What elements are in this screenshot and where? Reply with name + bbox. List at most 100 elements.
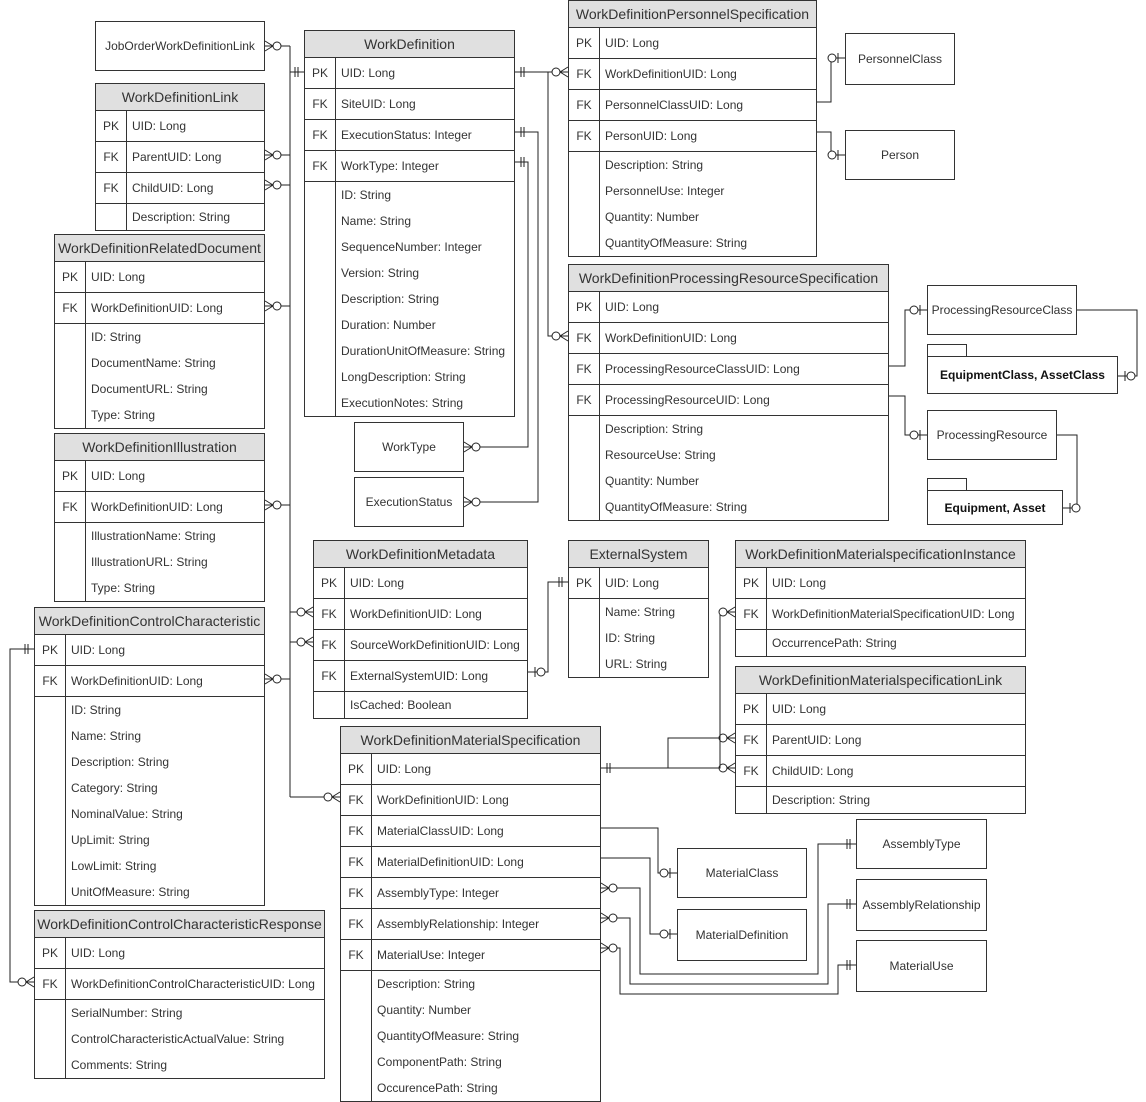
key-row[interactable]: FK ParentUID: Long xyxy=(96,142,264,173)
key-row[interactable]: FK ChildUID: Long xyxy=(736,756,1025,787)
package-eqclass[interactable]: EquipmentClass, AssetClass xyxy=(927,344,1118,394)
attribute-row[interactable]: Description: String xyxy=(372,971,519,997)
key-row[interactable]: PK UID: Long xyxy=(569,28,816,59)
attribute-row[interactable]: PersonnelUse: Integer xyxy=(600,178,747,204)
key-row[interactable]: FK WorkDefinitionUID: Long xyxy=(569,323,888,354)
key-row[interactable]: FK PersonUID: Long xyxy=(569,121,816,152)
attribute-row[interactable]: Description: String xyxy=(336,286,505,312)
attribute-row[interactable]: Version: String xyxy=(336,260,505,286)
key-row[interactable]: FK MaterialClassUID: Long xyxy=(341,816,600,847)
key-row[interactable]: FK AssemblyRelationship: Integer xyxy=(341,909,600,940)
attribute-row[interactable]: Quantity: Number xyxy=(600,204,747,230)
entity-box-person[interactable]: Person xyxy=(845,130,955,180)
attribute-row[interactable]: OccurencePath: String xyxy=(372,1075,519,1101)
attribute-row[interactable]: Description: String xyxy=(600,152,747,178)
entity-box-worktype[interactable]: WorkType xyxy=(354,422,464,472)
key-row[interactable]: PK UID: Long xyxy=(569,292,888,323)
attribute-row[interactable]: ID: String xyxy=(336,182,505,208)
key-row[interactable]: PK UID: Long xyxy=(736,568,1025,599)
attribute-row[interactable]: URL: String xyxy=(600,651,675,677)
attribute-row[interactable]: ControlCharacteristicActualValue: String xyxy=(66,1026,284,1052)
entity-box-mc[interactable]: MaterialClass xyxy=(677,848,807,898)
entity-box-pr[interactable]: ProcessingResource xyxy=(927,410,1057,460)
attribute-row[interactable]: Description: String xyxy=(127,204,230,230)
attribute-row[interactable]: UpLimit: String xyxy=(66,827,190,853)
entity-box-prc[interactable]: ProcessingResourceClass xyxy=(927,285,1077,335)
attribute-row[interactable]: Description: String xyxy=(600,416,747,442)
key-row[interactable]: FK WorkType: Integer xyxy=(305,151,514,182)
entity-wdmsi[interactable]: WorkDefinitionMaterialspecificationInsta… xyxy=(735,540,1026,657)
key-row[interactable]: FK SourceWorkDefinitionUID: Long xyxy=(314,630,527,661)
attribute-row[interactable]: Name: String xyxy=(66,723,190,749)
key-row[interactable]: FK WorkDefinitionMaterialSpecificationUID… xyxy=(736,599,1025,630)
key-row[interactable]: FK ChildUID: Long xyxy=(96,173,264,204)
key-row[interactable]: PK UID: Long xyxy=(55,262,264,293)
entity-box-at[interactable]: AssemblyType xyxy=(856,819,987,869)
key-row[interactable]: FK ProcessingResourceClassUID: Long xyxy=(569,354,888,385)
attribute-row[interactable]: ID: String xyxy=(86,324,216,350)
key-row[interactable]: PK UID: Long xyxy=(736,694,1025,725)
entity-wd[interactable]: WorkDefinition PK UID: Long FK SiteUID: Long… xyxy=(304,30,515,417)
attribute-row[interactable]: IllustrationURL: String xyxy=(86,549,216,575)
entity-wdccr[interactable]: WorkDefinitionControlCharacteristicRespo… xyxy=(34,910,325,1079)
attribute-row[interactable]: DocumentName: String xyxy=(86,350,216,376)
key-row[interactable]: FK WorkDefinitionUID: Long xyxy=(55,293,264,324)
key-row[interactable]: PK UID: Long xyxy=(55,461,264,492)
attribute-row[interactable]: Description: String xyxy=(767,787,870,813)
entity-box-jowdl[interactable]: JobOrderWorkDefinitionLink xyxy=(95,21,265,71)
entity-box-md[interactable]: MaterialDefinition xyxy=(677,909,807,961)
key-row[interactable]: FK AssemblyType: Integer xyxy=(341,878,600,909)
key-row[interactable]: PK UID: Long xyxy=(341,754,600,785)
key-row[interactable]: FK SiteUID: Long xyxy=(305,89,514,120)
entity-wdps[interactable]: WorkDefinitionPersonnelSpecification PK UI… xyxy=(568,0,817,257)
entity-es[interactable]: ExternalSystem PK UID: Long Name: String ID:… xyxy=(568,540,709,678)
attribute-row[interactable]: DocumentURL: String xyxy=(86,376,216,402)
key-row[interactable]: PK UID: Long xyxy=(35,635,264,666)
entity-box-mu[interactable]: MaterialUse xyxy=(856,940,987,992)
attribute-row[interactable]: Name: String xyxy=(600,599,675,625)
attribute-row[interactable]: Duration: Number xyxy=(336,312,505,338)
key-row[interactable]: FK WorkDefinitionUID: Long xyxy=(569,59,816,90)
attribute-row[interactable]: OccurrencePath: String xyxy=(767,630,897,656)
entity-box-ar[interactable]: AssemblyRelationship xyxy=(856,879,987,931)
attribute-row[interactable]: Type: String xyxy=(86,402,216,428)
key-row[interactable]: FK PersonnelClassUID: Long xyxy=(569,90,816,121)
attribute-row[interactable]: NominalValue: String xyxy=(66,801,190,827)
attribute-row[interactable]: Name: String xyxy=(336,208,505,234)
key-row[interactable]: FK ExecutionStatus: Integer xyxy=(305,120,514,151)
key-row[interactable]: PK UID: Long xyxy=(35,938,324,969)
entity-box-pc[interactable]: PersonnelClass xyxy=(845,33,955,85)
key-row[interactable]: FK WorkDefinitionUID: Long xyxy=(314,599,527,630)
attribute-row[interactable]: IsCached: Boolean xyxy=(345,692,451,718)
key-row[interactable]: FK MaterialUse: Integer xyxy=(341,940,600,971)
key-row[interactable]: FK ProcessingResourceUID: Long xyxy=(569,385,888,416)
attribute-row[interactable]: Quantity: Number xyxy=(600,468,747,494)
key-row[interactable]: FK ParentUID: Long xyxy=(736,725,1025,756)
key-row[interactable]: FK MaterialDefinitionUID: Long xyxy=(341,847,600,878)
key-row[interactable]: FK WorkDefinitionUID: Long xyxy=(35,666,264,697)
entity-wdm[interactable]: WorkDefinitionMetadata PK UID: Long FK WorkD… xyxy=(313,540,528,719)
attribute-row[interactable]: Description: String xyxy=(66,749,190,775)
attribute-row[interactable]: ID: String xyxy=(66,697,190,723)
attribute-row[interactable]: ComponentPath: String xyxy=(372,1049,519,1075)
key-row[interactable]: PK UID: Long xyxy=(305,58,514,89)
key-row[interactable]: PK UID: Long xyxy=(96,111,264,142)
attribute-row[interactable]: ExecutionNotes: String xyxy=(336,390,505,416)
entity-wdms[interactable]: WorkDefinitionMaterialSpecification PK UID… xyxy=(340,726,601,1102)
attribute-row[interactable]: DurationUnitOfMeasure: String xyxy=(336,338,505,364)
entity-wdcc[interactable]: WorkDefinitionControlCharacteristic PK UID… xyxy=(34,607,265,906)
key-row[interactable]: PK UID: Long xyxy=(569,568,708,599)
attribute-row[interactable]: Quantity: Number xyxy=(372,997,519,1023)
entity-wdprs[interactable]: WorkDefinitionProcessingResourceSpecific… xyxy=(568,264,889,521)
entity-box-execstatus[interactable]: ExecutionStatus xyxy=(354,477,464,527)
entity-wdi[interactable]: WorkDefinitionIllustration PK UID: Long FK W… xyxy=(54,433,265,602)
key-row[interactable]: FK WorkDefinitionUID: Long xyxy=(341,785,600,816)
attribute-row[interactable]: SequenceNumber: Integer xyxy=(336,234,505,260)
key-row[interactable]: PK UID: Long xyxy=(314,568,527,599)
attribute-row[interactable]: IllustrationName: String xyxy=(86,523,216,549)
key-row[interactable]: FK ExternalSystemUID: Long xyxy=(314,661,527,692)
attribute-row[interactable]: LongDescription: String xyxy=(336,364,505,390)
entity-wdrd[interactable]: WorkDefinitionRelatedDocument PK UID: Long… xyxy=(54,234,265,429)
attribute-row[interactable]: QuantityOfMeasure: String xyxy=(372,1023,519,1049)
key-row[interactable]: FK WorkDefinitionControlCharacteristicUID… xyxy=(35,969,324,1000)
